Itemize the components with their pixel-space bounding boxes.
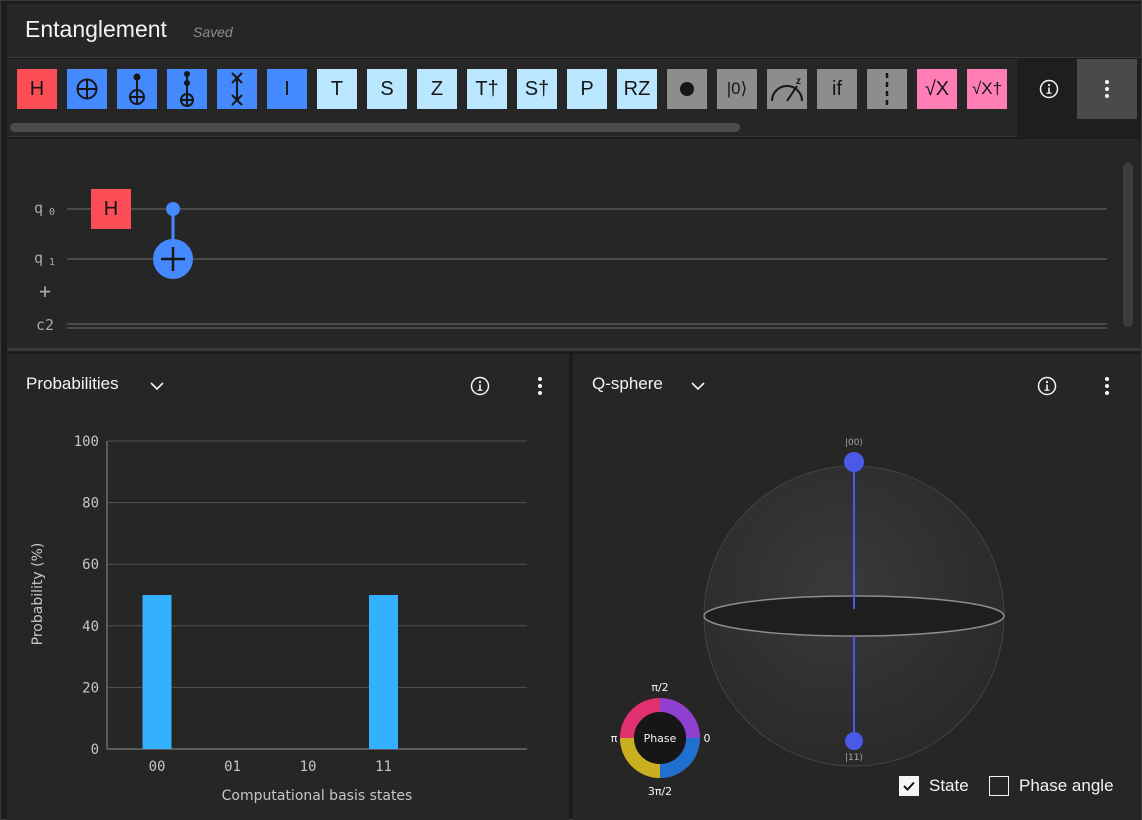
multi-control-gate[interactable] <box>167 69 207 109</box>
phase-right-label: 0 <box>704 732 711 745</box>
bar-11 <box>369 595 398 749</box>
app-window: Entanglement Saved H I T S Z T† S† P RZ |0⟩ z if √X √… <box>0 0 1142 820</box>
x-tick-label: 01 <box>224 759 241 775</box>
rz-gate-label: RZ <box>623 77 651 100</box>
x-axis-label: Computational basis states <box>222 788 413 804</box>
probabilities-panel: Probabilities 0 20 40 60 80 100 00 01 10 11 Comput… <box>7 354 569 820</box>
phase-center-label: Phase <box>644 732 677 745</box>
dashed-line-icon <box>884 73 890 105</box>
y-tick-label: 20 <box>82 680 99 696</box>
measure-gate[interactable]: z <box>767 69 807 109</box>
toffoli-gate[interactable] <box>117 69 157 109</box>
circuit-scrollbar[interactable] <box>1123 163 1133 327</box>
cnot-gate[interactable] <box>67 69 107 109</box>
toolbar-scrollbar[interactable] <box>10 123 740 132</box>
info-icon[interactable] <box>1031 71 1067 107</box>
checkmark-icon <box>903 781 915 791</box>
sdg-gate[interactable]: S† <box>517 69 557 109</box>
p-gate-label: P <box>580 77 594 100</box>
sxdg-gate[interactable]: √X† <box>967 69 1007 109</box>
z-gate[interactable]: Z <box>417 69 457 109</box>
p-gate[interactable]: P <box>567 69 607 109</box>
tdg-gate[interactable]: T† <box>467 69 507 109</box>
qsphere-canvas[interactable]: |00⟩ |11⟩ Phase π/2 π 0 3π/2 <box>573 354 1141 820</box>
double-control-target-icon <box>176 70 198 108</box>
toolbar-actions <box>1017 59 1141 137</box>
sdg-gate-label: S† <box>524 77 550 100</box>
s-gate[interactable]: S <box>367 69 407 109</box>
phase-angle-checkbox[interactable] <box>989 776 1009 796</box>
probability-chart: 0 20 40 60 80 100 00 01 10 11 Computational basis … <box>30 434 527 804</box>
swap-gate[interactable] <box>217 69 257 109</box>
t-gate-label: T <box>330 77 344 100</box>
state-label-00: |00⟩ <box>845 438 863 448</box>
save-status: Saved <box>193 24 233 40</box>
z-gate-label: Z <box>430 77 444 100</box>
y-tick-label: 100 <box>74 434 99 450</box>
y-tick-label: 0 <box>91 742 99 758</box>
barrier-gate[interactable] <box>867 69 907 109</box>
phase-angle-checkbox-label: Phase angle <box>1019 776 1114 795</box>
state-checkbox-label: State <box>929 776 969 795</box>
cnot-control-dot <box>166 202 180 216</box>
page-title[interactable]: Entanglement <box>25 16 167 43</box>
sxdg-gate-label: √X† <box>971 79 1003 98</box>
y-axis-label: Probability (%) <box>30 543 46 646</box>
phase-bottom-label: 3π/2 <box>648 785 672 798</box>
meter-icon: z <box>769 74 805 104</box>
state-node-11 <box>845 732 863 750</box>
i-gate-label: I <box>284 77 290 100</box>
qsphere-panel: Q-sphere |00⟩ |11⟩ Phase π/2 π 0 3π/2 St… <box>573 354 1141 820</box>
circuit-composer: q0 q1 + c2 H <box>7 139 1141 351</box>
phase-wheel: Phase π/2 π 0 3π/2 <box>611 681 711 798</box>
y-tick-label: 80 <box>82 496 99 512</box>
rz-gate[interactable]: RZ <box>617 69 657 109</box>
state-checkbox[interactable] <box>899 776 919 796</box>
state-node-00 <box>844 452 864 472</box>
phase-left-label: π <box>611 732 618 745</box>
reset-gate[interactable]: |0⟩ <box>717 69 757 109</box>
control-target-icon <box>126 72 148 106</box>
swap-icon <box>226 71 248 107</box>
sx-gate-label: √X <box>924 77 950 100</box>
x-tick-label: 10 <box>300 759 317 775</box>
reset-gate-label: |0⟩ <box>726 79 748 98</box>
sx-gate[interactable]: √X <box>917 69 957 109</box>
x-tick-label: 11 <box>375 759 392 775</box>
oplus-icon <box>76 78 98 100</box>
s-gate-label: S <box>380 77 394 100</box>
barrier-dot-gate[interactable] <box>667 69 707 109</box>
i-gate[interactable]: I <box>267 69 307 109</box>
overflow-menu-icon[interactable] <box>1077 59 1137 119</box>
if-gate[interactable]: if <box>817 69 857 109</box>
t-gate[interactable]: T <box>317 69 357 109</box>
gate-toolbar: H I T S Z T† S† P RZ |0⟩ z if √X √X† <box>7 59 1141 137</box>
x-tick-label: 00 <box>149 759 166 775</box>
y-tick-label: 60 <box>82 557 99 573</box>
phase-top-label: π/2 <box>651 681 668 694</box>
svg-text:z: z <box>796 76 801 87</box>
y-tick-label: 40 <box>82 619 99 635</box>
circuit-canvas[interactable] <box>7 139 1117 351</box>
placed-h-gate[interactable]: H <box>91 189 131 229</box>
bar-00 <box>142 595 172 749</box>
state-label-11: |11⟩ <box>845 753 863 763</box>
tdg-gate-label: T† <box>475 77 499 100</box>
if-gate-label: if <box>832 77 842 100</box>
phase-angle-toggle[interactable]: Phase angle <box>989 776 1114 796</box>
h-gate-label: H <box>29 77 45 100</box>
state-toggle[interactable]: State <box>899 776 969 796</box>
filled-dot-icon <box>678 80 696 98</box>
header-bar: Entanglement Saved <box>7 4 1141 58</box>
h-gate[interactable]: H <box>17 69 57 109</box>
